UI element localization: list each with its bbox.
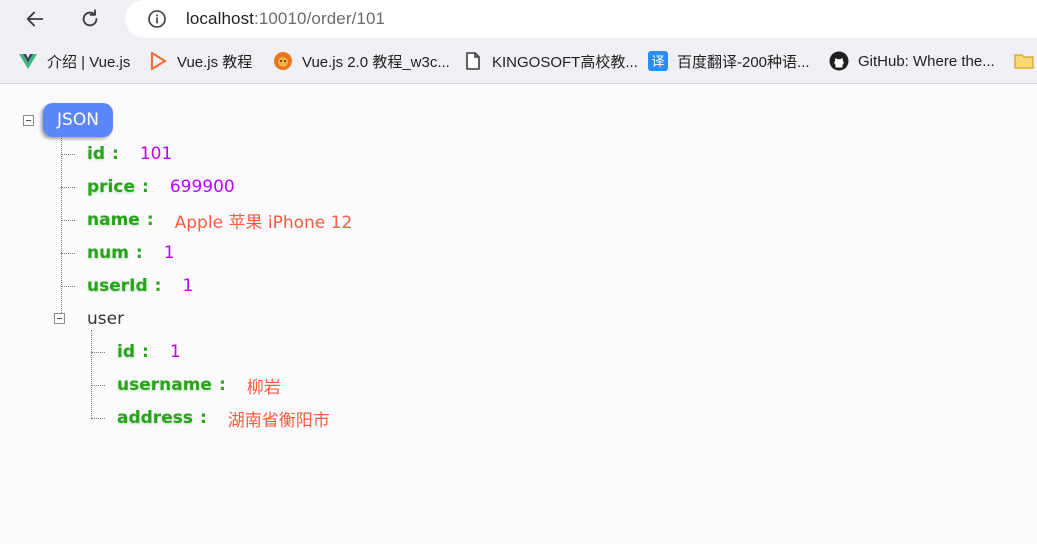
back-arrow-icon: [26, 11, 44, 27]
field-key: num: [87, 243, 129, 263]
bookmark-folder[interactable]: [1014, 49, 1037, 73]
address-bar[interactable]: localhost:10010/order/101: [125, 0, 1037, 38]
tree-guide-line: [91, 418, 105, 419]
field-value: 1: [169, 342, 181, 362]
svg-text:译: 译: [651, 55, 664, 70]
object-key: user: [87, 309, 125, 329]
field-value: 699900: [169, 177, 235, 197]
json-root-badge[interactable]: JSON: [43, 103, 113, 137]
browser-toolbar: localhost:10010/order/101: [0, 0, 1037, 38]
w3c-lion-icon: [273, 51, 293, 71]
site-info-icon[interactable]: [147, 9, 167, 29]
field-value: 101: [139, 144, 173, 164]
back-button[interactable]: [19, 3, 51, 35]
json-field-name: name : Apple 苹果 iPhone 12: [87, 208, 353, 233]
field-key: id: [117, 342, 135, 362]
field-value: Apple 苹果 iPhone 12: [174, 212, 353, 233]
tree-guide-line: [61, 220, 75, 221]
field-value: 1: [182, 276, 194, 296]
bookmark-label: Vue.js 教程: [177, 53, 253, 71]
page-icon: [463, 51, 483, 71]
json-field-id: id : 101: [87, 142, 172, 166]
field-value: 1: [163, 243, 175, 263]
bookmark-w3c-vue[interactable]: Vue.js 2.0 教程_w3c...: [273, 49, 450, 73]
tree-guide-line: [61, 131, 62, 319]
json-field-user-id: id : 1: [117, 340, 181, 364]
tree-guide-line: [91, 352, 105, 353]
field-separator: :: [154, 276, 162, 296]
field-key: price: [87, 177, 135, 197]
field-key: userId: [87, 276, 148, 296]
tree-guide-line: [61, 253, 75, 254]
json-viewer: JSON id : 101 price : 699900 name : Appl…: [0, 85, 1037, 544]
json-field-price: price : 699900: [87, 175, 235, 199]
tree-guide-line: [91, 330, 92, 418]
bookmark-baidu-translate[interactable]: 译 百度翻译-200种语...: [648, 49, 810, 73]
tree-guide-line: [61, 187, 75, 188]
vue-logo-icon: [18, 51, 38, 71]
bookmark-label: 百度翻译-200种语...: [677, 53, 810, 71]
field-separator: :: [218, 375, 226, 395]
bookmark-github[interactable]: GitHub: Where the...: [829, 49, 995, 73]
bookmark-label: Vue.js 2.0 教程_w3c...: [302, 53, 450, 71]
field-separator: :: [135, 243, 143, 263]
reload-icon: [82, 9, 98, 27]
baidu-translate-icon: 译: [648, 51, 668, 71]
url-host: localhost: [186, 9, 254, 28]
tree-guide-line: [61, 286, 75, 287]
bookmarks-bar: 介绍 | Vue.js Vue.js 教程 Vue.js 2.0 教程_w3c.…: [0, 38, 1037, 84]
bookmark-kingosoft[interactable]: KINGOSOFT高校教...: [463, 49, 638, 73]
json-field-address: address : 湖南省衡阳市: [117, 406, 330, 431]
json-field-username: username : 柳岩: [117, 373, 281, 398]
field-key: name: [87, 210, 140, 230]
field-separator: :: [142, 177, 149, 197]
tree-guide-line: [91, 385, 105, 386]
tree-guide-line: [61, 154, 75, 155]
field-separator: :: [112, 144, 119, 164]
field-value: 柳岩: [246, 377, 281, 398]
url-text[interactable]: localhost:10010/order/101: [186, 9, 385, 29]
json-field-userId: userId : 1: [87, 274, 193, 298]
bookmark-vue-intro[interactable]: 介绍 | Vue.js: [18, 49, 130, 73]
reload-button[interactable]: [74, 3, 106, 35]
runoob-icon: [148, 51, 168, 71]
json-field-num: num : 1: [87, 241, 175, 265]
field-value: 湖南省衡阳市: [227, 410, 330, 431]
bookmark-label: KINGOSOFT高校教...: [492, 53, 638, 71]
bookmark-vue-tutorial[interactable]: Vue.js 教程: [148, 49, 252, 73]
bookmark-label: 介绍 | Vue.js: [47, 53, 131, 71]
github-icon: [829, 51, 849, 71]
field-key: address: [117, 408, 193, 428]
field-separator: :: [146, 210, 154, 230]
field-separator: :: [199, 408, 207, 428]
collapse-user-toggle[interactable]: [54, 313, 65, 324]
bookmark-label: GitHub: Where the...: [858, 52, 995, 70]
json-object-user[interactable]: user: [87, 307, 124, 331]
field-key: id: [87, 144, 105, 164]
folder-icon: [1014, 51, 1034, 71]
url-path: :10010/order/101: [254, 9, 386, 28]
field-separator: :: [142, 342, 149, 362]
collapse-root-toggle[interactable]: [23, 115, 34, 126]
field-key: username: [117, 375, 212, 395]
